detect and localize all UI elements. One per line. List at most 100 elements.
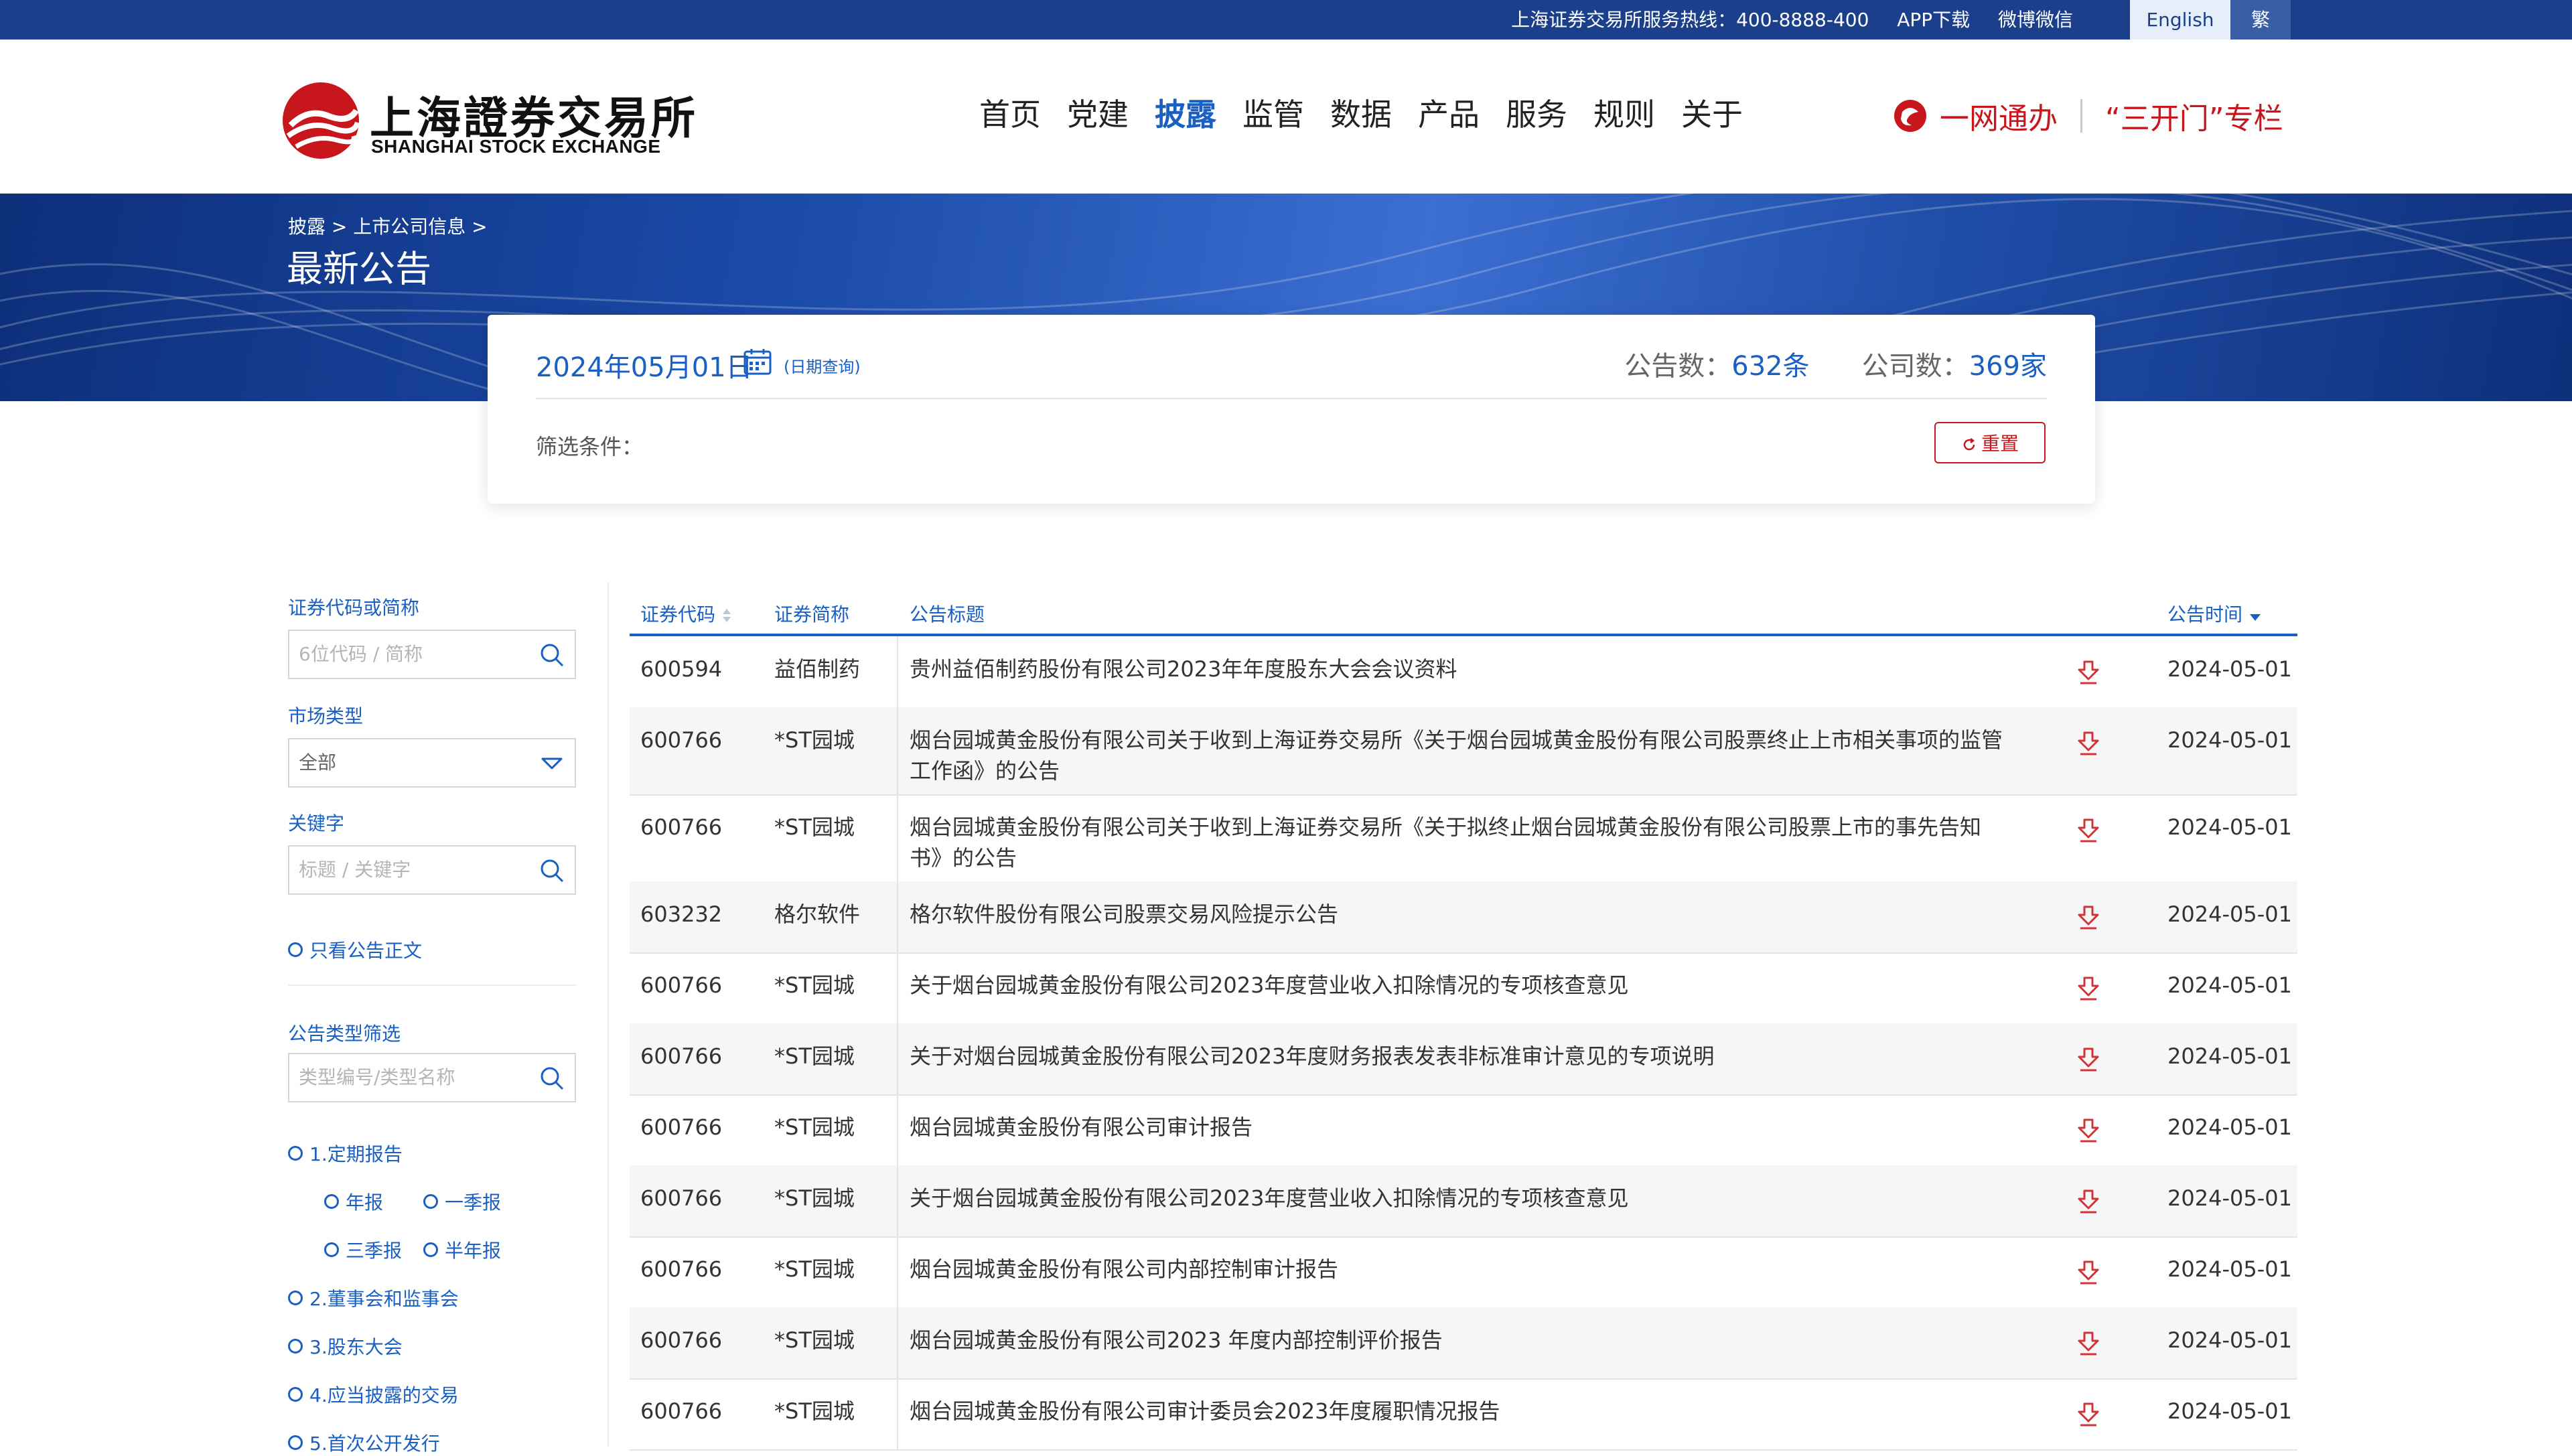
table-row: 603232 格尔软件 格尔软件股份有限公司股票交易风险提示公告 2024-05-01	[630, 881, 2297, 954]
column-separator	[897, 707, 898, 794]
row-name: 益佰制药	[774, 656, 861, 682]
selected-date: 2024年05月01日	[536, 352, 753, 383]
row-title-link[interactable]: 烟台园城黄金股份有限公司内部控制审计报告	[910, 1254, 2008, 1285]
filter-conditions-label: 筛选条件：	[536, 434, 644, 459]
yiwang-link[interactable]: 一网通办	[1940, 94, 2058, 137]
download-icon[interactable]	[2076, 1401, 2100, 1428]
row-title-link[interactable]: 格尔软件股份有限公司股票交易风险提示公告	[910, 899, 2008, 930]
row-date: 2024-05-01	[2167, 1327, 2292, 1353]
type-annual-label: 年报	[346, 1191, 384, 1214]
sankaimen-link[interactable]: “三开门”专栏	[2105, 94, 2283, 137]
row-date: 2024-05-01	[2167, 972, 2292, 998]
table-row: 600594 益佰制药 贵州益佰制药股份有限公司2023年年度股东大会会议资料 202…	[630, 636, 2297, 709]
social-link[interactable]: 微博微信	[1998, 9, 2073, 31]
row-date: 2024-05-01	[2167, 814, 2292, 840]
download-icon[interactable]	[2076, 1259, 2100, 1286]
type-shareholder-meeting-label: 3.股东大会	[309, 1336, 403, 1358]
row-title-link[interactable]: 关于烟台园城黄金股份有限公司2023年度营业收入扣除情况的专项核查意见	[910, 1183, 2008, 1214]
type-q3-radio[interactable]: 三季报	[324, 1236, 402, 1263]
search-icon[interactable]	[539, 642, 565, 668]
type-periodic-report-radio[interactable]: 1.定期报告	[288, 1140, 403, 1167]
nav-rules[interactable]: 规则	[1593, 94, 1655, 135]
type-transactions-radio[interactable]: 4.应当披露的交易	[288, 1381, 459, 1408]
row-title-link[interactable]: 关于烟台园城黄金股份有限公司2023年度营业收入扣除情况的专项核查意见	[910, 970, 2008, 1001]
download-icon[interactable]	[2076, 975, 2100, 1002]
table-row: 600766 *ST园城 烟台园城黄金股份有限公司内部控制审计报告 2024-05-0…	[630, 1236, 2297, 1309]
only-body-radio[interactable]: 只看公告正文	[288, 936, 422, 963]
search-icon[interactable]	[539, 857, 565, 884]
breadcrumb[interactable]: 披露 > 上市公司信息 >	[288, 212, 488, 239]
type-ipo-radio[interactable]: 5.首次公开发行	[288, 1429, 440, 1456]
market-type-label: 市场类型	[288, 705, 364, 727]
row-name: *ST园城	[774, 1043, 855, 1069]
nav-services[interactable]: 服务	[1506, 94, 1567, 135]
sse-logo[interactable]: 上海證券交易所 SHANGHAI STOCK EXCHANGE	[281, 81, 695, 161]
row-code: 600766	[640, 1327, 723, 1353]
row-title-link[interactable]: 烟台园城黄金股份有限公司审计报告	[910, 1112, 2008, 1143]
download-icon[interactable]	[2076, 659, 2100, 686]
app-download-link[interactable]: APP下载	[1897, 9, 1970, 31]
lang-traditional-button[interactable]: 繁	[2230, 0, 2291, 40]
summary-card: 2024年05月01日 (日期查询) 公告数：632条 公司数：369家 筛选条件…	[488, 315, 2095, 504]
table-row: 600766 *ST园城 烟台园城黄金股份有限公司2023 年度内部控制评价报告 20…	[630, 1307, 2297, 1380]
company-count-label: 公司数：	[1861, 351, 1969, 382]
header-time[interactable]: 公告时间	[2167, 600, 2262, 627]
search-icon[interactable]	[539, 1065, 565, 1092]
row-title-link[interactable]: 烟台园城黄金股份有限公司审计委员会2023年度履职情况报告	[910, 1396, 2008, 1427]
only-body-label: 只看公告正文	[309, 940, 423, 962]
row-title-link[interactable]: 关于对烟台园城黄金股份有限公司2023年度财务报表发表非标准审计意见的专项说明	[910, 1041, 2008, 1072]
header-code-label: 证券代码	[640, 603, 716, 626]
row-date: 2024-05-01	[2167, 1256, 2292, 1282]
table-header: 证券代码 证券简称 公告标题 公告时间	[630, 589, 2297, 636]
download-icon[interactable]	[2076, 1117, 2100, 1144]
row-name: *ST园城	[774, 814, 855, 840]
header-link-separator	[2080, 99, 2082, 133]
row-title-link[interactable]: 烟台园城黄金股份有限公司关于收到上海证券交易所《关于烟台园城黄金股份有限公司股票…	[910, 725, 2008, 786]
sort-icon	[2249, 614, 2261, 621]
nav-data[interactable]: 数据	[1330, 94, 1392, 135]
nav-home[interactable]: 首页	[979, 94, 1041, 135]
row-date: 2024-05-01	[2167, 1398, 2292, 1424]
download-icon[interactable]	[2076, 1330, 2100, 1357]
reset-label: 重置	[1981, 433, 2019, 455]
calendar-icon[interactable]	[743, 348, 772, 375]
row-title-link[interactable]: 烟台园城黄金股份有限公司关于收到上海证券交易所《关于拟终止烟台园城黄金股份有限公…	[910, 812, 2008, 873]
type-filter-label: 公告类型筛选	[288, 1023, 401, 1045]
header-code[interactable]: 证券代码	[640, 600, 732, 627]
header-title: 公告标题	[910, 603, 985, 626]
code-search-input[interactable]: 6位代码 / 简称	[288, 630, 576, 679]
download-icon[interactable]	[2076, 1188, 2100, 1215]
type-search-input[interactable]: 类型编号/类型名称	[288, 1053, 576, 1102]
row-name: *ST园城	[774, 972, 855, 998]
nav-regulation[interactable]: 监管	[1242, 94, 1304, 135]
table-row: 600766 *ST园城 烟台园城黄金股份有限公司关于收到上海证券交易所《关于烟台园…	[630, 707, 2297, 796]
row-name: *ST园城	[774, 1398, 855, 1424]
nav-products[interactable]: 产品	[1418, 94, 1480, 135]
type-q1-radio[interactable]: 一季报	[423, 1188, 501, 1215]
keyword-input[interactable]: 标题 / 关键字	[288, 845, 576, 895]
column-separator	[897, 636, 898, 707]
row-code: 600766	[640, 814, 723, 840]
chevron-down-icon	[541, 757, 563, 770]
lang-english-button[interactable]: English	[2130, 0, 2230, 40]
nav-party[interactable]: 党建	[1067, 94, 1129, 135]
type-board-radio[interactable]: 2.董事会和监事会	[288, 1285, 459, 1311]
type-annual-radio[interactable]: 年报	[324, 1188, 383, 1215]
nav-about[interactable]: 关于	[1681, 94, 1743, 135]
date-query-link[interactable]: (日期查询)	[784, 354, 861, 377]
row-title-link[interactable]: 贵州益佰制药股份有限公司2023年年度股东大会会议资料	[910, 654, 2008, 684]
type-shareholder-meeting-radio[interactable]: 3.股东大会	[288, 1333, 403, 1360]
download-icon[interactable]	[2076, 817, 2100, 844]
company-count-value: 369家	[1969, 351, 2047, 382]
row-title-link[interactable]: 烟台园城黄金股份有限公司2023 年度内部控制评价报告	[910, 1325, 2008, 1356]
download-icon[interactable]	[2076, 1046, 2100, 1073]
column-separator	[897, 952, 898, 1023]
download-icon[interactable]	[2076, 730, 2100, 757]
nav-disclosure[interactable]: 披露	[1155, 94, 1216, 135]
row-date: 2024-05-01	[2167, 656, 2292, 682]
download-icon[interactable]	[2076, 904, 2100, 931]
type-half-year-radio[interactable]: 半年报	[423, 1236, 501, 1263]
market-type-select[interactable]: 全部	[288, 738, 576, 788]
notice-count-value: 632条	[1731, 351, 1810, 382]
reset-button[interactable]: 重置	[1934, 422, 2046, 463]
